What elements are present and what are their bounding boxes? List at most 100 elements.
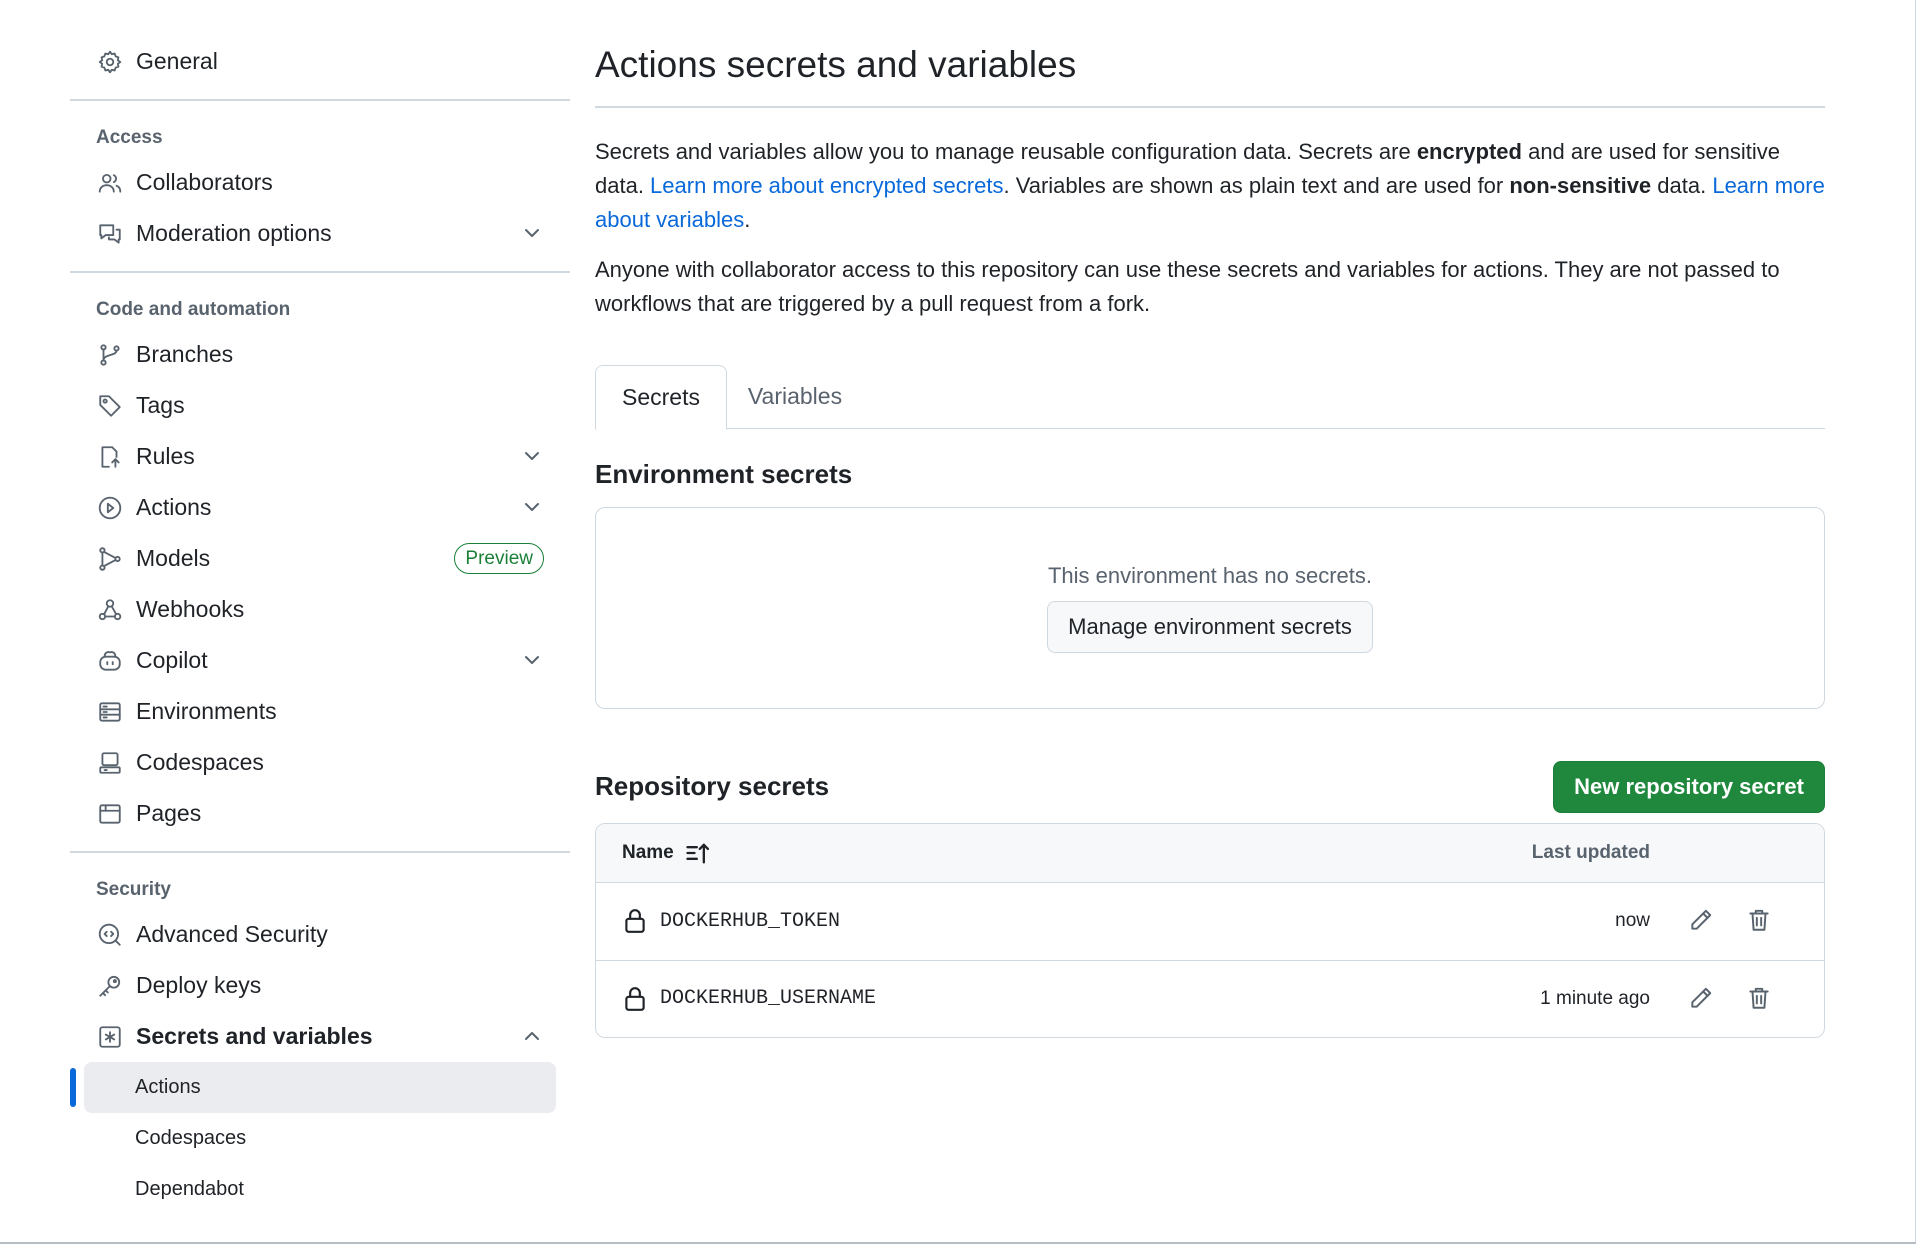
sidebar-item-label: Pages <box>136 800 202 826</box>
sidebar-item-tags[interactable]: Tags <box>70 380 570 431</box>
sidebar-divider <box>70 271 570 273</box>
sidebar-item-label: Rules <box>136 443 195 469</box>
codespaces-icon <box>96 749 124 777</box>
access-note: Anyone with collaborator access to this … <box>595 256 1780 316</box>
models-icon <box>96 545 124 573</box>
column-header-label: Name <box>622 841 674 863</box>
chevron-down-icon[interactable] <box>520 648 544 672</box>
preview-badge: Preview <box>454 543 544 574</box>
sidebar-item-label: Advanced Security <box>136 921 328 947</box>
repo-push-icon <box>96 443 124 471</box>
sidebar-item-codespaces[interactable]: Codespaces <box>70 737 570 788</box>
key-asterisk-icon <box>96 1023 124 1051</box>
sidebar-item-environments[interactable]: Environments <box>70 686 570 737</box>
sidebar-divider <box>70 851 570 853</box>
sidebar-subitem-label: Codespaces <box>135 1127 247 1149</box>
git-branch-icon <box>96 341 124 369</box>
title-divider <box>595 106 1825 108</box>
sidebar-item-label: Models <box>136 545 211 571</box>
lock-icon <box>622 907 648 935</box>
sidebar-group-security-title: Security <box>96 879 171 900</box>
secret-name: DOCKERHUB_USERNAME <box>660 987 877 1010</box>
play-circle-icon <box>96 494 124 522</box>
sidebar-item-label: Tags <box>136 392 185 418</box>
tag-icon <box>96 392 124 420</box>
trash-icon[interactable] <box>1746 907 1774 935</box>
sidebar-item-webhooks[interactable]: Webhooks <box>70 584 570 635</box>
sidebar-group-access-title: Access <box>96 127 163 148</box>
name-column-header[interactable]: Name <box>622 839 712 867</box>
description-text: data. <box>1651 172 1713 198</box>
description-bold: non-sensitive <box>1509 172 1652 198</box>
learn-more-secrets-link[interactable]: Learn more about encrypted secrets <box>650 173 1003 198</box>
secrets-table: Name Last updated DOCKERHUB_TOKEN now DO… <box>595 822 1825 1038</box>
repository-secrets-title: Repository secrets <box>595 771 830 801</box>
description-text: . Variables are shown as plain text and … <box>1003 172 1510 198</box>
chevron-down-icon[interactable] <box>520 495 544 519</box>
server-icon <box>96 698 124 726</box>
codescan-icon <box>96 921 124 949</box>
sidebar-item-deploy-keys[interactable]: Deploy keys <box>70 960 570 1011</box>
sort-asc-icon[interactable] <box>684 839 712 867</box>
active-indicator <box>70 1068 76 1107</box>
chevron-up-icon[interactable] <box>520 1024 544 1048</box>
pencil-icon[interactable] <box>1688 907 1716 935</box>
gear-icon <box>96 48 124 76</box>
sidebar-subitem-codespaces[interactable]: Codespaces <box>70 1113 570 1164</box>
chevron-down-icon[interactable] <box>520 221 544 245</box>
sidebar-item-label: Webhooks <box>136 596 245 622</box>
sidebar-item-branches[interactable]: Branches <box>70 329 570 380</box>
empty-state-text: This environment has no secrets. <box>1047 562 1373 588</box>
sidebar-item-label: Codespaces <box>136 749 264 775</box>
sidebar-subitem-label: Dependabot <box>135 1178 244 1200</box>
sidebar-item-label: Branches <box>136 341 234 367</box>
table-header: Name Last updated <box>596 823 1824 883</box>
sidebar-item-rules[interactable]: Rules <box>70 431 570 482</box>
settings-page: General Access Collaborators Moderation … <box>0 0 1916 1244</box>
sidebar-item-label: Copilot <box>136 647 208 673</box>
sidebar-item-label: Actions <box>136 494 212 520</box>
key-icon <box>96 972 124 1000</box>
sidebar-item-actions[interactable]: Actions <box>70 482 570 533</box>
sidebar-item-moderation-options[interactable]: Moderation options <box>70 208 570 259</box>
secret-last-updated: now <box>1615 910 1650 931</box>
sidebar-item-label: Environments <box>136 698 277 724</box>
sidebar-item-models[interactable]: Models Preview <box>70 533 570 584</box>
people-icon <box>96 169 124 197</box>
secret-last-updated: 1 minute ago <box>1540 987 1650 1009</box>
tab-variables[interactable]: Variables <box>745 365 845 429</box>
sidebar-subitem-actions[interactable]: Actions <box>70 1062 556 1113</box>
manage-environment-secrets-button[interactable]: Manage environment secrets <box>1047 600 1373 653</box>
sidebar-item-advanced-security[interactable]: Advanced Security <box>70 909 570 960</box>
trash-icon[interactable] <box>1746 985 1774 1013</box>
tab-secrets[interactable]: Secrets <box>595 364 727 430</box>
description-bold: encrypted <box>1416 138 1522 164</box>
sidebar-item-label: Secrets and variables <box>136 1023 373 1049</box>
sidebar-item-label: Collaborators <box>136 169 273 195</box>
environment-secrets-box: This environment has no secrets. Manage … <box>595 506 1825 709</box>
sidebar-item-general[interactable]: General <box>70 36 570 87</box>
repository-secrets-header: Repository secrets New repository secret <box>595 760 1825 813</box>
lock-icon <box>622 985 648 1013</box>
new-repository-secret-button[interactable]: New repository secret <box>1553 760 1825 813</box>
sidebar-item-collaborators[interactable]: Collaborators <box>70 157 570 208</box>
table-row: DOCKERHUB_USERNAME 1 minute ago <box>596 959 1824 1037</box>
pencil-icon[interactable] <box>1688 985 1716 1013</box>
sidebar-item-pages[interactable]: Pages <box>70 788 570 839</box>
sidebar-item-label: Deploy keys <box>136 972 262 998</box>
last-updated-column-header: Last updated <box>1531 841 1650 863</box>
tab-bar: Secrets Variables <box>595 364 1825 430</box>
chevron-down-icon[interactable] <box>520 444 544 468</box>
sidebar-subitem-label: Actions <box>135 1076 201 1098</box>
main-content: Actions secrets and variables Secrets an… <box>595 36 1825 1038</box>
sidebar-divider <box>70 99 570 101</box>
copilot-icon <box>96 647 124 675</box>
webhook-icon <box>96 596 124 624</box>
secret-name: DOCKERHUB_TOKEN <box>660 909 841 933</box>
sidebar-subitem-dependabot[interactable]: Dependabot <box>70 1164 570 1215</box>
sidebar-group-code-title: Code and automation <box>96 299 291 320</box>
environment-secrets-title: Environment secrets <box>595 459 853 489</box>
sidebar-item-copilot[interactable]: Copilot <box>70 635 570 686</box>
sidebar-item-secrets-and-variables[interactable]: Secrets and variables <box>70 1011 570 1062</box>
sidebar-item-label: Moderation options <box>136 220 332 246</box>
